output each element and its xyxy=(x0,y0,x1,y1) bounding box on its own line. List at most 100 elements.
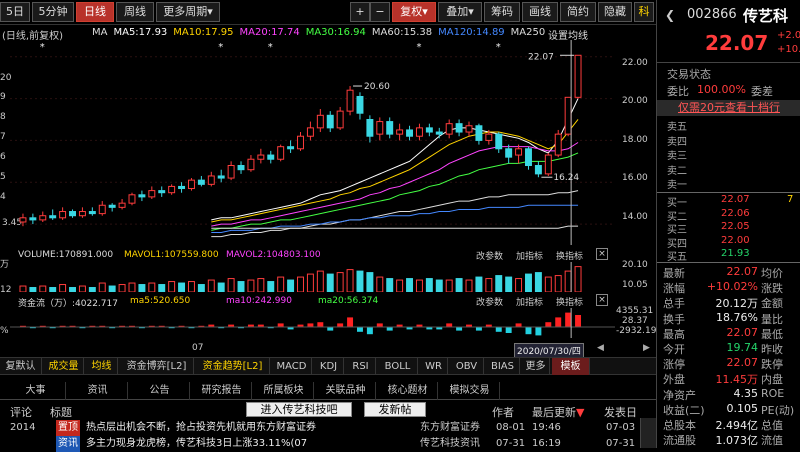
indicator-tab[interactable]: WR xyxy=(420,358,448,375)
stat-value: 2.494亿 xyxy=(715,419,759,432)
vol-swap-indicator-link[interactable]: 换指标 xyxy=(556,249,583,262)
indicator-tab[interactable]: MACD xyxy=(272,358,312,375)
close-icon[interactable]: × xyxy=(596,294,608,306)
volume-bar xyxy=(525,273,532,292)
stat-right-label: PE(动) xyxy=(761,403,795,417)
draw-line-button[interactable]: 画线 xyxy=(522,2,558,22)
fund-flow-bar xyxy=(317,322,324,327)
volume-bar xyxy=(158,284,166,292)
indicator-tab[interactable]: 成交量 xyxy=(44,358,84,375)
vol-change-param-link[interactable]: 改参数 xyxy=(476,249,503,262)
news-tab[interactable]: 所属板块 xyxy=(254,382,314,400)
indicator-tab[interactable]: OBV xyxy=(450,358,484,375)
volume-bar xyxy=(564,270,572,292)
fund-flow-bar xyxy=(386,327,393,331)
news-tab[interactable]: 大事 xyxy=(6,382,66,400)
zoom-out-button[interactable]: − xyxy=(370,2,390,22)
left-axis-label: 7 xyxy=(0,132,6,142)
indicator-tab[interactable]: 资金趋势[L2] xyxy=(196,358,270,375)
new-post-button[interactable]: 发新帖 xyxy=(364,402,426,417)
close-icon[interactable]: × xyxy=(596,248,608,260)
indicator-tab[interactable]: BOLL xyxy=(378,358,418,375)
stat-right-label: 最低 xyxy=(761,327,783,341)
stat-value: 4.35 xyxy=(733,386,759,400)
candle-body xyxy=(297,135,304,150)
indicator-tab[interactable]: 模板 xyxy=(552,358,590,375)
fuquan-label: 复权 xyxy=(400,5,423,18)
more-periods-button[interactable]: 更多周期▾ xyxy=(156,2,220,22)
candle-body xyxy=(396,129,404,135)
fund-flow-ma5: ma5:520.650 xyxy=(130,296,191,306)
volume-bar xyxy=(138,284,146,292)
chevron-down-icon: ▾ xyxy=(468,5,474,18)
stat-label: 最高 xyxy=(663,327,685,341)
news-row[interactable]: 2014 置顶 热点层出机会不断，抢占投资先机就用东方财富证券 东方财富证券 08-01… xyxy=(0,420,656,436)
stat-right-label: 总值 xyxy=(761,419,783,432)
volume-bar xyxy=(69,287,76,292)
indicator-tab[interactable]: 资金博弈[L2] xyxy=(120,358,194,375)
volume-bar xyxy=(435,279,443,292)
candle-body xyxy=(326,114,334,129)
hide-button[interactable]: 隐藏 xyxy=(598,2,632,22)
indicator-tab[interactable]: 复默认 xyxy=(0,358,42,375)
indicator-tab[interactable]: KDJ xyxy=(314,358,344,375)
stat-value: 0.105 xyxy=(726,401,759,415)
news-col-latest[interactable]: 最后更新▼ xyxy=(532,404,584,420)
left-axis-label: 8 xyxy=(0,112,6,122)
period-5day[interactable]: 5日 xyxy=(0,2,30,22)
level2-banner-link[interactable]: 仅需20元查看十档行 xyxy=(657,100,800,116)
period-5min[interactable]: 5分钟 xyxy=(32,2,74,22)
candle-body xyxy=(118,202,126,208)
vol-add-indicator-link[interactable]: 加指标 xyxy=(516,249,543,262)
volume-bar xyxy=(326,273,334,292)
fund-flow-bar xyxy=(446,323,453,327)
indicator-tab[interactable]: 更多 xyxy=(522,358,550,375)
event-star-icon: * xyxy=(416,42,421,53)
news-tab[interactable]: 资讯 xyxy=(68,382,128,400)
news-tab[interactable]: 模拟交易 xyxy=(440,382,500,400)
simple-mode-button[interactable]: 简约 xyxy=(560,2,596,22)
flow-change-param-link[interactable]: 改参数 xyxy=(476,295,503,308)
scroll-left-icon[interactable]: ◀ xyxy=(597,343,604,353)
stat-value: 11.45万 xyxy=(715,373,759,387)
indicator-tab[interactable]: 均线 xyxy=(86,358,118,375)
candle-body xyxy=(336,110,344,129)
flow-add-indicator-link[interactable]: 加指标 xyxy=(516,295,543,308)
news-tab[interactable]: 公告 xyxy=(130,382,190,400)
overlay-button[interactable]: 叠加▾ xyxy=(438,2,482,22)
candlestick-chart[interactable]: 20.60 16.24 22.07 * * * * * xyxy=(10,40,615,245)
price-tick: 20.00 xyxy=(622,96,648,106)
volume-chart xyxy=(19,262,582,292)
scroll-right-icon[interactable]: ▶ xyxy=(643,343,650,353)
ma-legend-item: MA5:17.93 xyxy=(113,27,168,38)
fund-flow-bar xyxy=(515,323,522,327)
period-weekly[interactable]: 周线 xyxy=(116,2,154,22)
indicator-tab[interactable]: BIAS xyxy=(486,358,520,375)
menu-right-icon[interactable]: 科 xyxy=(634,2,654,22)
candle-body xyxy=(475,125,483,141)
candle-body xyxy=(39,215,47,221)
candle-body xyxy=(187,179,195,190)
period-daily[interactable]: 日线 xyxy=(76,2,114,22)
fund-flow-bar xyxy=(565,312,572,327)
news-tab[interactable]: 关联品种 xyxy=(316,382,376,400)
news-time: 19:46 xyxy=(532,422,561,433)
indicator-tab[interactable]: RSI xyxy=(346,358,376,375)
zoom-in-button[interactable]: + xyxy=(350,2,370,22)
news-tab[interactable]: 核心题材 xyxy=(378,382,438,400)
candle-body xyxy=(574,54,582,98)
volume-bar xyxy=(445,279,453,292)
volume-bar xyxy=(187,281,195,292)
candle-body xyxy=(495,133,503,150)
fuquan-button[interactable]: 复权▾ xyxy=(392,2,436,22)
enter-forum-button[interactable]: 进入传艺科技吧 xyxy=(246,402,352,417)
news-tab[interactable]: 研究报告 xyxy=(192,382,252,400)
chevron-left-icon[interactable]: ❮ xyxy=(665,8,675,22)
chips-button[interactable]: 筹码 xyxy=(484,2,520,22)
chevron-down-icon: ▾ xyxy=(207,5,213,18)
news-row[interactable]: 资讯 多主力现身龙虎榜，传艺科技3日上涨33.11%(07 传艺科技资讯 07-31 1… xyxy=(0,436,656,452)
news-scrollbar[interactable] xyxy=(640,418,656,448)
flow-swap-indicator-link[interactable]: 换指标 xyxy=(556,295,583,308)
volume-bar xyxy=(376,276,384,292)
stat-label: 流通股 xyxy=(663,434,696,448)
